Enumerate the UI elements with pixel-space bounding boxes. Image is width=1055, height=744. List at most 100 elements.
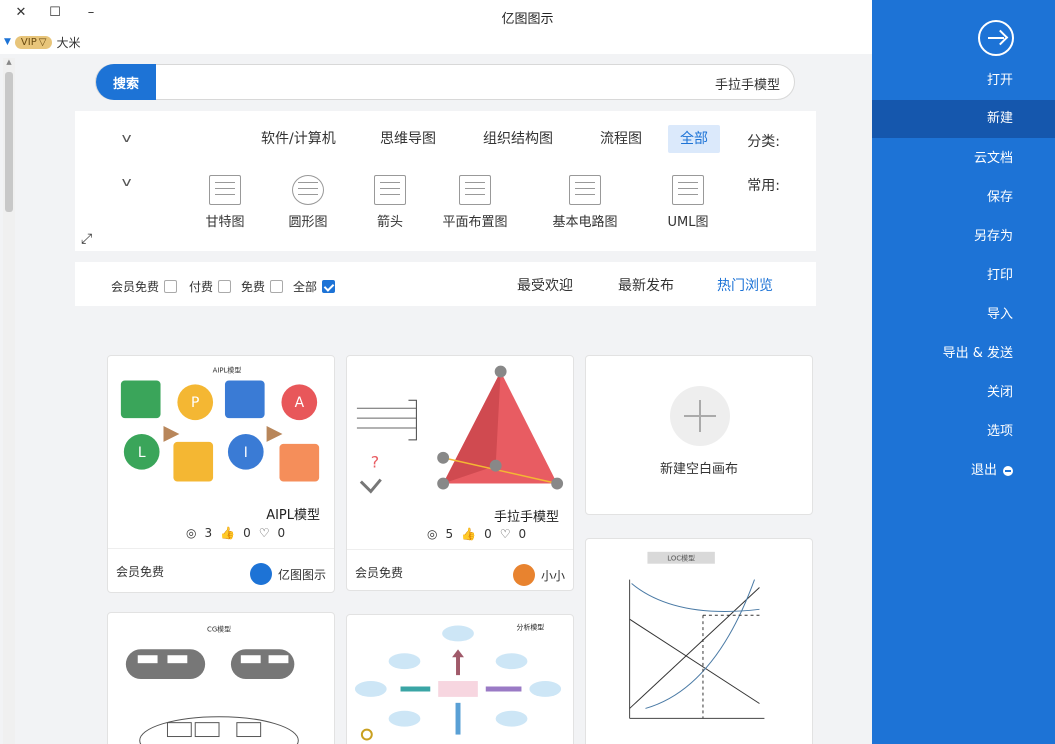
- sidebar-item-import[interactable]: 导入: [872, 296, 1055, 334]
- plus-icon: [670, 386, 730, 446]
- svg-text:?: ?: [371, 453, 379, 472]
- aipl-thumb-title: AIPL模型: [213, 366, 242, 375]
- avatar: [512, 564, 535, 586]
- template-card-aipl[interactable]: AIPL模型 A P I L AIPL模型 ◎ 3 👍 0 ♡ 0 亿图图示 会员免费: [107, 355, 335, 593]
- template-arrow[interactable]: 箭头: [355, 175, 425, 230]
- back-arrow-icon[interactable]: [978, 20, 1014, 56]
- user-menu[interactable]: ▼ VIP ▽ 大米: [0, 32, 80, 52]
- category-software[interactable]: 软件/计算机: [249, 125, 348, 153]
- chevron-down-icon[interactable]: v: [122, 131, 132, 145]
- svg-text:CG模型: CG模型: [207, 624, 231, 633]
- scrollbar[interactable]: ▲: [3, 58, 15, 744]
- filter-panel: 分类: 全部 流程图 组织结构图 思维导图 软件/计算机 v 常用: UML图 …: [75, 111, 816, 251]
- sidebar-item-save[interactable]: 保存: [872, 179, 1055, 217]
- like-icon: 👍: [220, 526, 236, 540]
- sidebar-item-save-as[interactable]: 另存为: [872, 218, 1055, 256]
- scroll-up-icon[interactable]: ▲: [3, 58, 15, 70]
- sidebar-item-close[interactable]: 关闭: [872, 374, 1055, 412]
- template-gantt[interactable]: 甘特图: [190, 175, 260, 230]
- svg-text:LOC模型: LOC模型: [667, 554, 695, 563]
- template-circle[interactable]: 圆形图: [273, 175, 343, 230]
- sidebar-item-exit[interactable]: 退出: [872, 452, 1055, 490]
- card-title: 手拉手模型: [493, 510, 559, 525]
- sidebar-item-cloud[interactable]: 云文档: [872, 140, 1055, 178]
- file-menu-sidebar: 打开 新建 云文档 保存 另存为 打印 导入 导出 & 发送 关闭 选项 退出: [872, 0, 1055, 744]
- user-name: 大米: [56, 35, 81, 50]
- arrow-icon: [374, 175, 406, 205]
- category-mind-map[interactable]: 思维导图: [368, 125, 448, 153]
- template-card-analysis[interactable]: 分析模型: [346, 614, 574, 744]
- checkbox-checked[interactable]: [322, 280, 336, 293]
- circuit-icon: [569, 175, 601, 205]
- scrollbar-thumb[interactable]: [5, 72, 13, 212]
- diamond-icon: ▽: [38, 36, 47, 48]
- tab-popular[interactable]: 热门浏览: [717, 275, 773, 295]
- expand-icon[interactable]: ⤢: [81, 231, 92, 247]
- category-flowchart[interactable]: 流程图: [588, 125, 654, 153]
- new-blank-canvas-card[interactable]: 新建空白画布: [585, 355, 813, 515]
- gantt-icon: [209, 175, 241, 205]
- sidebar-item-print[interactable]: 打印: [872, 257, 1055, 295]
- heart-icon: ♡: [499, 527, 511, 541]
- template-floor-plan[interactable]: 平面布置图: [440, 175, 510, 230]
- chevron-down-icon: ▼: [4, 37, 11, 47]
- svg-text:I: I: [244, 445, 248, 461]
- sort-bar: 热门浏览 最新发布 最受欢迎 全部 免费 付费 会员免费: [75, 262, 816, 306]
- search-bar: 搜索 手拉手模型: [95, 64, 795, 100]
- analysis-thumbnail: 分析模型: [354, 622, 562, 741]
- chevron-down-icon[interactable]: v: [122, 175, 132, 189]
- cg-thumbnail: CG模型: [125, 624, 299, 744]
- sidebar-item-new[interactable]: 新建: [872, 100, 1055, 138]
- vip-badge: VIP ▽: [14, 35, 53, 49]
- template-card-pyramid[interactable]: ? 手拉手模型 ◎ 5 👍 0 ♡ 0 小小 会员免费: [346, 355, 574, 591]
- card-title: AIPL模型: [266, 508, 320, 523]
- card-author: 亿图图示: [249, 563, 326, 585]
- svg-text:L: L: [138, 445, 146, 461]
- template-card-cg[interactable]: CG模型: [107, 612, 335, 744]
- like-icon: 👍: [461, 527, 477, 541]
- tab-newest[interactable]: 最新发布: [618, 275, 674, 295]
- views-icon: ◎: [427, 527, 438, 541]
- aipl-thumbnail: AIPL模型 A P I L: [108, 356, 334, 506]
- card-footer: 小小 会员免费: [347, 549, 573, 590]
- template-card-loc[interactable]: LOC模型: [585, 538, 813, 744]
- loc-thumbnail: LOC模型: [629, 551, 765, 719]
- heart-icon: ♡: [258, 526, 270, 540]
- tab-favorite[interactable]: 最受欢迎: [517, 275, 573, 295]
- floor-plan-icon: [459, 175, 491, 205]
- search-input[interactable]: 手拉手模型: [715, 74, 780, 93]
- sidebar-item-open[interactable]: 打开: [872, 62, 1055, 100]
- new-blank-canvas-label: 新建空白画布: [659, 462, 738, 477]
- filter-all-checkbox[interactable]: 全部: [293, 278, 336, 295]
- sidebar-item-options[interactable]: 选项: [872, 413, 1055, 451]
- card-footer: 亿图图示 会员免费: [108, 548, 334, 592]
- avatar: [249, 563, 272, 585]
- checkbox[interactable]: [270, 280, 284, 293]
- svg-text:P: P: [191, 395, 199, 411]
- common-label: 常用:: [747, 178, 780, 194]
- card-price: 会员免费: [116, 565, 165, 579]
- uml-icon: [672, 175, 704, 205]
- checkbox[interactable]: [218, 280, 232, 293]
- checkbox[interactable]: [164, 280, 178, 293]
- template-circuit[interactable]: 基本电路图: [550, 175, 620, 230]
- search-button[interactable]: 搜索: [96, 64, 156, 100]
- template-uml[interactable]: UML图: [653, 175, 723, 230]
- circle-diagram-icon: [292, 175, 324, 205]
- sidebar-item-export[interactable]: 导出 & 发送: [872, 335, 1055, 373]
- filter-member-free-checkbox[interactable]: 会员免费: [111, 278, 178, 295]
- svg-text:分析模型: 分析模型: [517, 622, 545, 631]
- exit-icon: [1003, 465, 1013, 476]
- filter-paid-checkbox[interactable]: 付费: [189, 278, 232, 295]
- pyramid-thumbnail: ?: [347, 356, 573, 506]
- svg-text:A: A: [295, 395, 305, 411]
- card-author: 小小: [512, 564, 565, 586]
- card-price: 会员免费: [355, 566, 404, 580]
- category-all[interactable]: 全部: [668, 125, 720, 153]
- category-label: 分类:: [747, 134, 780, 150]
- filter-free-checkbox[interactable]: 免费: [241, 278, 284, 295]
- card-stats: ◎ 5 👍 0 ♡ 0: [427, 527, 527, 541]
- views-icon: ◎: [186, 526, 197, 540]
- category-org-chart[interactable]: 组织结构图: [471, 125, 565, 153]
- card-stats: ◎ 3 👍 0 ♡ 0: [186, 526, 286, 540]
